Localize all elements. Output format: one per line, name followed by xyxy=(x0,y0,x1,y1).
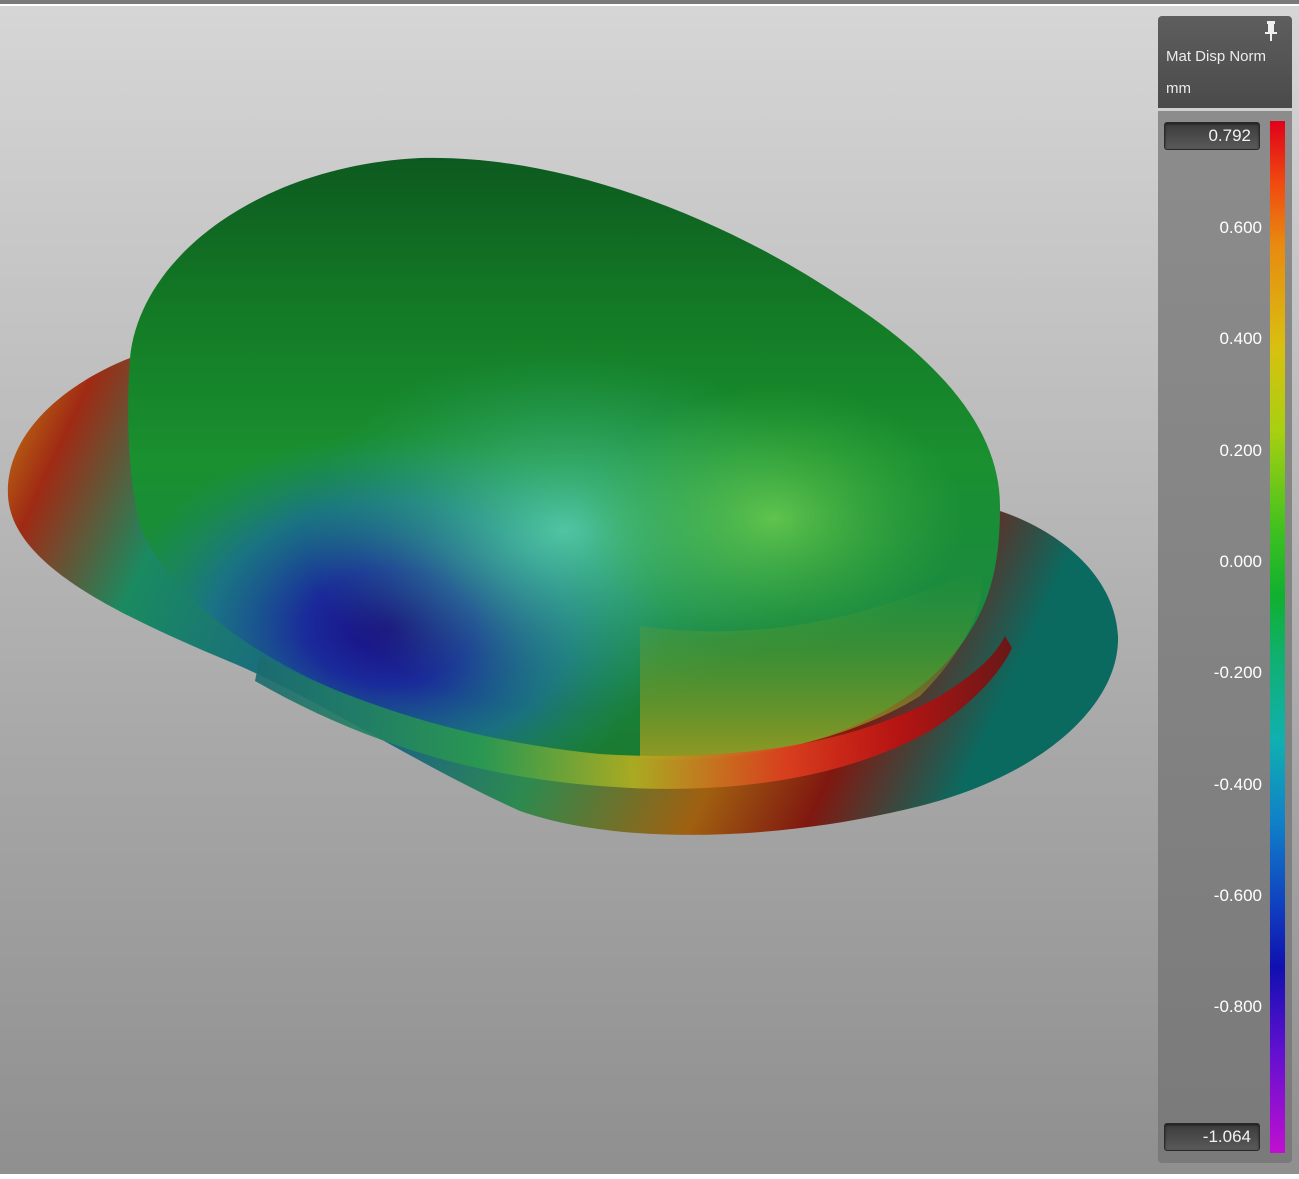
legend-tick-label: -0.200 xyxy=(1213,663,1262,683)
displacement-model xyxy=(7,157,1119,835)
top-border xyxy=(0,0,1299,4)
legend-panel: 0.792 0.600 0.400 0.200 0.000 -0.200 -0.400 -0… xyxy=(1158,111,1292,1163)
legend-unit: mm xyxy=(1166,80,1191,97)
legend-max-field[interactable]: 0.792 xyxy=(1164,122,1260,150)
legend-colorbar xyxy=(1270,121,1285,1153)
legend-tick-label: -0.800 xyxy=(1213,997,1262,1017)
3d-viewport[interactable] xyxy=(0,6,1299,1174)
legend-tick-label: 0.000 xyxy=(1219,551,1262,571)
legend-header: Mat Disp Norm mm xyxy=(1158,16,1292,108)
legend-tick-label: -0.600 xyxy=(1213,885,1262,905)
legend-min-field[interactable]: -1.064 xyxy=(1164,1123,1260,1151)
app-frame: Mat Disp Norm mm 0.792 0.600 0.400 0.200 0.… xyxy=(0,0,1299,1179)
legend-tick-label: 0.600 xyxy=(1219,218,1262,237)
legend-tick-label: -0.400 xyxy=(1213,774,1262,794)
pin-icon[interactable] xyxy=(1264,20,1278,42)
legend-tick-label: 0.200 xyxy=(1219,440,1262,460)
legend-tick-label: 0.400 xyxy=(1219,329,1262,349)
legend-title: Mat Disp Norm xyxy=(1166,48,1267,65)
